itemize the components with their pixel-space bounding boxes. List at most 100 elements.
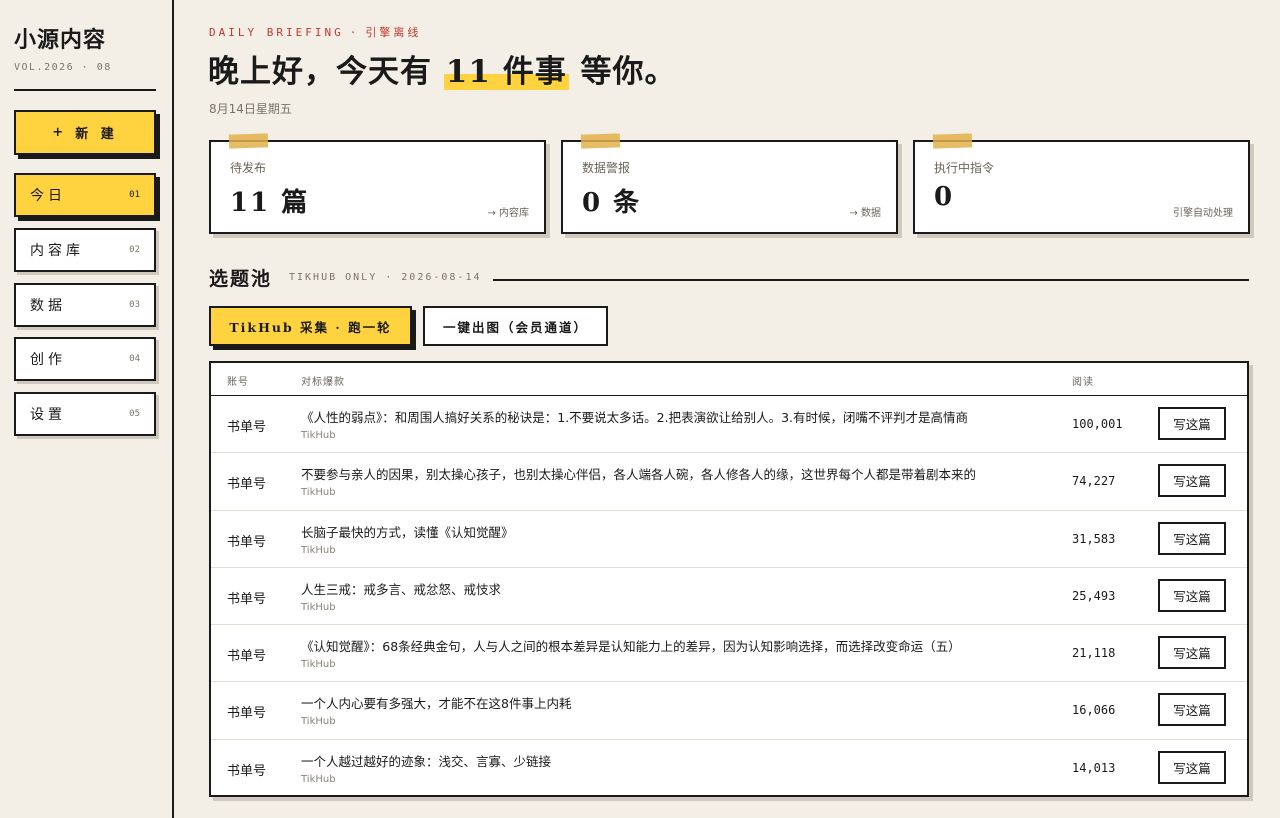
brand-title: 小源内容 bbox=[14, 27, 107, 53]
nav-item-today[interactable]: 今日 01 bbox=[14, 173, 156, 217]
row-account: 书单号 bbox=[227, 420, 267, 435]
briefing-kicker: DAILY BRIEFING · 引擎离线 bbox=[209, 24, 421, 40]
section-divider bbox=[493, 279, 1249, 281]
row-reads: 16,066 bbox=[1072, 703, 1116, 718]
row-source: TikHub bbox=[301, 544, 336, 556]
stat-link-data[interactable]: → 数据 bbox=[849, 204, 881, 219]
volume-label: VOL.2026 · 08 bbox=[14, 62, 112, 73]
row-title[interactable]: 不要参与亲人的因果，别太操心孩子，也别太操心伴侣，各人端各人碗，各人修各人的缘，… bbox=[301, 464, 1061, 483]
row-source: TikHub bbox=[301, 659, 336, 671]
greeting-headline: 晚上好，今天有 11 件事 等你。 bbox=[208, 46, 677, 91]
nav-item-label: 数据 bbox=[30, 298, 66, 314]
row-account: 书单号 bbox=[227, 706, 267, 722]
nav-item-number: 05 bbox=[129, 409, 140, 419]
nav-item-create[interactable]: 创作 04 bbox=[14, 337, 156, 381]
brand-divider bbox=[14, 89, 156, 91]
row-title[interactable]: 一个人越过越好的迹象：浅交、言寡、少链接 bbox=[301, 751, 1061, 770]
generate-image-button[interactable]: 一键出图（会员通道） bbox=[423, 306, 608, 346]
row-reads: 14,013 bbox=[1072, 760, 1116, 775]
table-body: 书单号 《人性的弱点》：和周围人搞好关系的秘诀是：1.不要说太多话。2.把表演欲让… bbox=[211, 396, 1247, 797]
nav-item-number: 01 bbox=[129, 190, 140, 200]
row-source: TikHub bbox=[301, 430, 336, 441]
write-article-button[interactable]: 写这篇 bbox=[1158, 578, 1226, 612]
table-row: 书单号 人生三戒：戒多言、戒忿怒、戒忮求 TikHub 25,493 写这篇 bbox=[211, 568, 1247, 626]
plus-icon: + bbox=[52, 125, 68, 140]
row-title[interactable]: 《认知觉醒》：68条经典金句，人与人之间的根本差异是认知能力上的差异，因为认知影… bbox=[301, 636, 1061, 655]
section-subtitle: TIKHUB ONLY · 2026-08-14 bbox=[289, 272, 482, 283]
row-source: TikHub bbox=[301, 487, 336, 499]
column-header-reads: 阅读 bbox=[1072, 377, 1094, 388]
kicker-english: DAILY BRIEFING bbox=[209, 26, 344, 39]
engine-status: 引擎离线 bbox=[365, 26, 422, 39]
row-account: 书单号 bbox=[227, 591, 267, 607]
headline-highlight: 11 件事 bbox=[443, 54, 569, 90]
table-row: 书单号 《人性的弱点》：和周围人搞好关系的秘诀是：1.不要说太多话。2.把表演欲让… bbox=[211, 396, 1247, 454]
app-root: 小源内容 VOL.2026 · 08 + 新 建 今日 01 内容库 02 数据… bbox=[0, 0, 1280, 818]
tape-decoration bbox=[932, 133, 973, 149]
write-article-button[interactable]: 写这篇 bbox=[1158, 464, 1226, 498]
nav-item-label: 今日 bbox=[30, 188, 66, 204]
section-title: 选题池 bbox=[209, 268, 273, 290]
stat-value: 0 bbox=[934, 182, 955, 212]
nav-item-label: 创作 bbox=[30, 352, 66, 368]
row-source: TikHub bbox=[301, 773, 336, 785]
row-reads: 25,493 bbox=[1072, 588, 1116, 603]
nav-item-library[interactable]: 内容库 02 bbox=[14, 228, 156, 272]
row-title[interactable]: 《人性的弱点》：和周围人搞好关系的秘诀是：1.不要说太多话。2.把表演欲让给别人… bbox=[301, 407, 1061, 426]
table-row: 书单号 一个人越过越好的迹象：浅交、言寡、少链接 TikHub 14,013 写这篇 bbox=[211, 740, 1247, 797]
row-reads: 74,227 bbox=[1072, 474, 1116, 489]
sidebar: 小源内容 VOL.2026 · 08 + 新 建 今日 01 内容库 02 数据… bbox=[0, 0, 174, 818]
write-article-button[interactable]: 写这篇 bbox=[1158, 750, 1226, 784]
nav-item-number: 02 bbox=[129, 245, 140, 255]
nav-item-label: 设置 bbox=[30, 407, 66, 423]
topics-table: 账号 对标爆款 阅读 书单号 《人性的弱点》：和周围人搞好关系的秘诀是：1.不要说… bbox=[209, 361, 1249, 797]
headline-post: 等你。 bbox=[580, 54, 677, 90]
row-title[interactable]: 一个人内心要有多强大，才能不在这8件事上内耗 bbox=[301, 693, 1061, 712]
row-account: 书单号 bbox=[227, 534, 267, 550]
table-row: 书单号 一个人内心要有多强大，才能不在这8件事上内耗 TikHub 16,066 写这篇 bbox=[211, 682, 1247, 740]
row-source: TikHub bbox=[301, 601, 336, 613]
stat-label: 执行中指令 bbox=[934, 161, 995, 175]
row-account: 书单号 bbox=[227, 649, 267, 665]
headline-pre: 晚上好，今天有 bbox=[208, 54, 432, 90]
new-button[interactable]: + 新 建 bbox=[14, 110, 156, 155]
stat-value: 0 条 bbox=[582, 188, 642, 218]
column-header-title: 对标爆款 bbox=[301, 377, 345, 388]
row-source: TikHub bbox=[301, 716, 336, 728]
table-row: 书单号 不要参与亲人的因果，别太操心孩子，也别太操心伴侣，各人端各人碗，各人修各人… bbox=[211, 453, 1247, 511]
row-account: 书单号 bbox=[227, 477, 267, 493]
table-row: 书单号 长脑子最快的方式，读懂《认知觉醒》 TikHub 31,583 写这篇 bbox=[211, 511, 1247, 568]
nav-item-number: 03 bbox=[129, 300, 140, 310]
nav-item-label: 内容库 bbox=[30, 243, 84, 259]
stat-card-pending: 待发布 11 篇 → 内容库 bbox=[209, 133, 546, 234]
stat-label: 数据警报 bbox=[582, 161, 631, 175]
nav-item-number: 04 bbox=[129, 354, 140, 364]
tape-decoration bbox=[580, 133, 621, 149]
kicker-separator: · bbox=[349, 26, 360, 39]
nav-item-data[interactable]: 数据 03 bbox=[14, 283, 156, 327]
row-title[interactable]: 人生三戒：戒多言、戒忿怒、戒忮求 bbox=[301, 579, 1061, 598]
write-article-button[interactable]: 写这篇 bbox=[1158, 693, 1226, 727]
tape-decoration bbox=[228, 133, 269, 149]
tikhub-run-button[interactable]: TikHub 采集 · 跑一轮 bbox=[209, 306, 412, 346]
table-header: 账号 对标爆款 阅读 bbox=[211, 363, 1247, 396]
row-reads: 100,001 bbox=[1072, 417, 1123, 431]
current-date: 8月14日星期五 bbox=[209, 102, 292, 116]
row-reads: 21,118 bbox=[1072, 646, 1116, 661]
nav-item-settings[interactable]: 设置 05 bbox=[14, 392, 156, 436]
column-header-account: 账号 bbox=[227, 377, 249, 388]
stat-link-library[interactable]: → 内容库 bbox=[487, 204, 529, 219]
write-article-button[interactable]: 写这篇 bbox=[1158, 521, 1226, 555]
new-button-label: 新 建 bbox=[75, 127, 118, 142]
table-row: 书单号 《认知觉醒》：68条经典金句，人与人之间的根本差异是认知能力上的差异，因为… bbox=[211, 625, 1247, 683]
stat-card-alerts: 数据警报 0 条 → 数据 bbox=[561, 133, 898, 234]
stat-label: 待发布 bbox=[230, 161, 267, 175]
stat-value: 11 篇 bbox=[230, 188, 310, 218]
stat-card-running: 执行中指令 0 引擎自动处理 bbox=[913, 133, 1250, 234]
row-title[interactable]: 长脑子最快的方式，读懂《认知觉醒》 bbox=[301, 522, 1061, 541]
write-article-button[interactable]: 写这篇 bbox=[1158, 407, 1226, 440]
row-account: 书单号 bbox=[227, 763, 267, 779]
write-article-button[interactable]: 写这篇 bbox=[1158, 636, 1226, 670]
stat-note-auto: 引擎自动处理 bbox=[1173, 208, 1233, 219]
row-reads: 31,583 bbox=[1072, 531, 1116, 546]
